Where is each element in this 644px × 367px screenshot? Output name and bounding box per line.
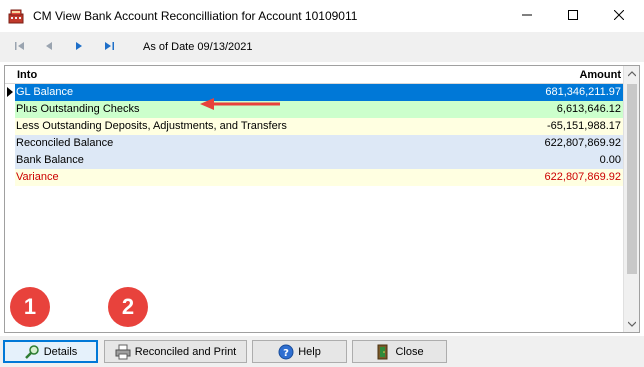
details-label: Details bbox=[43, 345, 78, 358]
next-record-button[interactable] bbox=[71, 39, 87, 55]
row-background bbox=[15, 152, 625, 169]
row-indicator[interactable] bbox=[5, 152, 15, 169]
record-navigation-bar: As of Date 09/13/2021 bbox=[0, 32, 644, 62]
row-amount: 622,807,869.92 bbox=[544, 171, 621, 183]
help-button[interactable]: ? Help bbox=[252, 340, 347, 363]
row-description: Variance bbox=[16, 171, 59, 183]
previous-record-button[interactable] bbox=[41, 39, 57, 55]
table-row[interactable]: Reconciled Balance 622,807,869.92 bbox=[5, 135, 625, 152]
reconciliation-grid: Into Amount GL Balance 681,346,211.97 Plus… bbox=[4, 65, 640, 333]
maximize-button[interactable] bbox=[550, 0, 596, 32]
as-of-date: As of Date 09/13/2021 bbox=[143, 41, 253, 53]
row-indicator[interactable] bbox=[5, 118, 15, 135]
column-header-into[interactable]: Into bbox=[17, 69, 37, 81]
row-description: Bank Balance bbox=[16, 154, 84, 166]
row-amount: 622,807,869.92 bbox=[544, 137, 621, 149]
magnifier-icon bbox=[24, 344, 40, 360]
row-indicator[interactable] bbox=[5, 101, 15, 118]
chevron-up-icon bbox=[627, 68, 637, 80]
first-record-icon bbox=[14, 41, 26, 54]
row-amount: 681,346,211.97 bbox=[545, 86, 621, 98]
row-description: GL Balance bbox=[16, 86, 74, 98]
maximize-icon bbox=[568, 9, 578, 23]
row-description: Less Outstanding Deposits, Adjustments, … bbox=[16, 120, 287, 132]
table-row[interactable]: GL Balance 681,346,211.97 bbox=[5, 84, 625, 101]
title-bar: CM View Bank Account Reconcilliation for… bbox=[0, 0, 644, 32]
chevron-down-icon bbox=[627, 318, 637, 330]
svg-text:?: ? bbox=[283, 348, 289, 359]
row-background bbox=[15, 84, 625, 101]
grid-header: Into Amount bbox=[5, 66, 625, 84]
previous-record-icon bbox=[44, 41, 54, 54]
reconciled-and-print-button[interactable]: Reconciled and Print bbox=[104, 340, 247, 363]
details-button[interactable]: Details bbox=[3, 340, 98, 363]
minimize-button[interactable] bbox=[504, 0, 550, 32]
close-button[interactable]: Close bbox=[352, 340, 447, 363]
table-row[interactable]: Bank Balance 0.00 bbox=[5, 152, 625, 169]
row-background bbox=[15, 169, 625, 186]
reconciled-and-print-label: Reconciled and Print bbox=[134, 345, 237, 358]
window-title: CM View Bank Account Reconcilliation for… bbox=[33, 9, 358, 23]
annotation-badge-2: 2 bbox=[108, 287, 148, 327]
last-record-icon bbox=[103, 41, 115, 54]
table-row[interactable]: Variance 622,807,869.92 bbox=[5, 169, 625, 186]
column-header-amount[interactable]: Amount bbox=[579, 69, 621, 81]
scrollbar-thumb[interactable] bbox=[627, 84, 637, 274]
row-amount: -65,151,988.17 bbox=[546, 120, 621, 132]
row-indicator[interactable] bbox=[5, 135, 15, 152]
table-row[interactable]: Less Outstanding Deposits, Adjustments, … bbox=[5, 118, 625, 135]
printer-icon bbox=[115, 344, 131, 360]
annotation-arrow-icon bbox=[200, 96, 280, 112]
close-icon bbox=[613, 9, 625, 23]
table-row[interactable]: Plus Outstanding Checks 6,613,646.12 bbox=[5, 101, 625, 118]
exit-door-icon bbox=[375, 344, 391, 360]
row-description: Plus Outstanding Checks bbox=[16, 103, 140, 115]
row-indicator[interactable] bbox=[5, 169, 15, 186]
next-record-icon bbox=[74, 41, 84, 54]
scroll-down-arrow[interactable] bbox=[624, 316, 639, 332]
cash-register-icon bbox=[8, 8, 24, 24]
row-amount: 0.00 bbox=[599, 154, 621, 166]
last-record-button[interactable] bbox=[101, 39, 117, 55]
row-indicator[interactable] bbox=[5, 84, 15, 101]
row-amount: 6,613,646.12 bbox=[556, 103, 621, 115]
first-record-button[interactable] bbox=[12, 39, 28, 55]
bottom-button-bar: Details Reconciled and Print ? Help Clos… bbox=[0, 336, 644, 367]
vertical-scrollbar[interactable] bbox=[623, 66, 639, 332]
annotation-badge-1: 1 bbox=[10, 287, 50, 327]
help-icon: ? bbox=[278, 344, 294, 360]
row-description: Reconciled Balance bbox=[16, 137, 114, 149]
minimize-icon bbox=[522, 10, 532, 23]
scroll-up-arrow[interactable] bbox=[624, 66, 639, 82]
close-label: Close bbox=[395, 345, 424, 358]
close-window-button[interactable] bbox=[596, 0, 642, 32]
help-label: Help bbox=[298, 345, 321, 358]
